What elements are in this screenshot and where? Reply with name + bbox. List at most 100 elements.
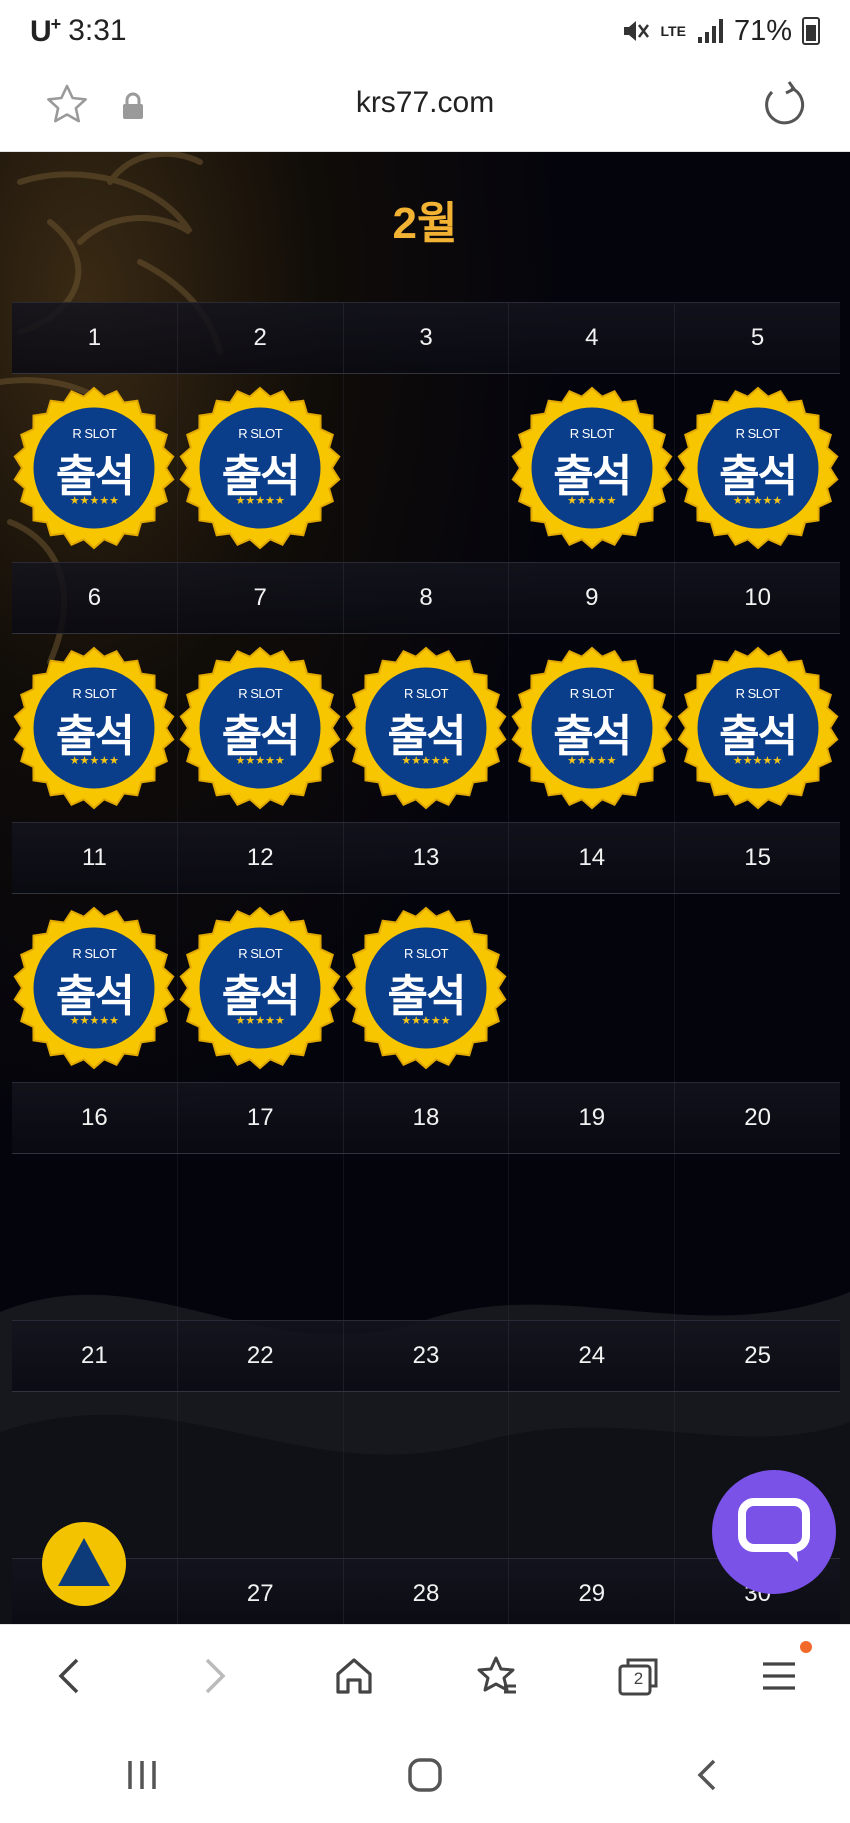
day-number-row: 6 7 8 9 10 — [12, 562, 840, 634]
stamp-stars: ★★★★★ — [401, 755, 451, 767]
day-number: 24 — [509, 1321, 676, 1391]
stamp-stars: ★★★★★ — [732, 495, 783, 507]
stamp-cell: R SLOT 출석 ★★★★★ — [178, 374, 344, 562]
attendance-stamp-badge: R SLOT 출석 ★★★★★ — [344, 646, 508, 810]
browser-toolbar: 2 — [0, 1624, 850, 1726]
day-number: 23 — [344, 1321, 510, 1391]
calendar-week: 12345R SLOT 출석 ★★★★★ R SLOT 출석 ★★★★★ R SLOT 출석 ★… — [12, 302, 840, 562]
attendance-calendar: 12345R SLOT 출석 ★★★★★ R SLOT 출석 ★★★★★ R SLOT 출석 ★… — [12, 302, 840, 1624]
stamp-row — [12, 1154, 840, 1320]
back-button[interactable] — [0, 1625, 142, 1726]
stamp-stars: ★★★★★ — [69, 495, 120, 507]
day-number: 21 — [12, 1321, 178, 1391]
day-number: 5 — [750, 324, 765, 351]
scroll-top-button[interactable] — [42, 1522, 126, 1606]
bookmarks-icon — [477, 1656, 516, 1693]
stamp-cell: R SLOT 출석 ★★★★★ — [12, 374, 178, 562]
stamp-cell: R SLOT 출석 ★★★★★ — [675, 634, 840, 822]
day-number: 13 — [344, 823, 510, 893]
stamp-stars: ★★★★★ — [69, 1015, 120, 1027]
attendance-stamp-badge: R SLOT 출석 ★★★★★ — [676, 386, 840, 550]
day-number: 25 — [744, 1342, 771, 1369]
menu-button[interactable] — [708, 1625, 850, 1726]
tabs-count: 2 — [633, 1668, 644, 1688]
stamp-brand: R SLOT — [238, 426, 283, 441]
calendar-week: 11 12 13 14 15 R SLOT 출석 ★★★★★ R SLOT 출석 ★★★★★ R SL… — [12, 822, 840, 1082]
day-number: 20 — [744, 1104, 771, 1131]
system-back-button[interactable] — [567, 1726, 850, 1823]
day-number: 16 — [12, 1083, 178, 1153]
stamp-stars: ★★★★★ — [235, 495, 285, 507]
stamp-stars: ★★★★★ — [567, 495, 617, 507]
attendance-stamp-badge: R SLOT 출석 ★★★★★ — [676, 646, 840, 810]
stamp-brand: R SLOT — [238, 946, 283, 961]
attendance-stamp-badge: R SLOT 출석 ★★★★★ — [510, 646, 674, 810]
day-number: 19 — [509, 1083, 676, 1153]
refresh-icon[interactable] — [758, 80, 808, 130]
attendance-stamp-badge: R SLOT 출석 ★★★★★ — [178, 906, 342, 1070]
stamp-cell: R SLOT 출석 ★★★★★ — [344, 634, 510, 822]
day-number: 18 — [344, 1083, 510, 1153]
tabs-button[interactable]: 2 — [567, 1625, 709, 1726]
day-number: 12 — [178, 823, 344, 893]
day-number-row: 1234 5 — [12, 302, 840, 374]
stamp-cell: R SLOT 출석 ★★★★★ — [12, 634, 178, 822]
calendar-week: 16 17 18 19 20 — [12, 1082, 840, 1320]
home-button[interactable] — [283, 1625, 425, 1726]
stamp-stars: ★★★★★ — [401, 1015, 451, 1027]
stamp-stars: ★★★★★ — [235, 1015, 285, 1027]
home-circle-icon — [408, 1757, 442, 1792]
system-back-icon — [697, 1759, 716, 1790]
stamp-cell — [509, 894, 676, 1082]
status-time: 3:31 — [68, 14, 127, 47]
stamp-cell: R SLOT 출석 ★★★★★ — [12, 894, 178, 1082]
stamp-brand: R SLOT — [569, 426, 614, 441]
forward-button[interactable] — [142, 1625, 284, 1726]
stamp-cell — [344, 374, 510, 562]
stamp-brand: R SLOT — [72, 946, 117, 961]
stamp-brand: R SLOT — [404, 686, 448, 701]
stamp-brand: R SLOT — [72, 686, 117, 701]
mute-icon — [623, 21, 649, 41]
notification-dot — [800, 1641, 813, 1653]
stamp-stars: ★★★★★ — [69, 755, 120, 767]
forward-icon — [205, 1658, 225, 1693]
stamp-cell: R SLOT 출석 ★★★★★ — [178, 634, 344, 822]
day-number-row: 16 17 18 19 20 — [12, 1082, 840, 1154]
calendar-week: 6 7 8 9 10 R SLOT 출석 ★★★★★ R SLOT 출석 ★★★★★ R SLOT 출석… — [12, 562, 840, 822]
triangle-up-icon — [58, 1538, 110, 1586]
stamp-brand: R SLOT — [735, 426, 780, 441]
day-number: 3 — [344, 303, 510, 373]
url-text[interactable]: krs77.com — [0, 86, 850, 120]
chat-button[interactable] — [712, 1470, 836, 1594]
stamp-stars: ★★★★★ — [235, 755, 285, 767]
stamp-cell — [12, 1154, 178, 1320]
stamp-stars: ★★★★★ — [567, 755, 617, 767]
day-number-row: 2627282930 — [12, 1558, 840, 1624]
home-icon — [336, 1657, 372, 1694]
bookmarks-button[interactable] — [425, 1625, 567, 1726]
calendar-week: 2627282930 — [12, 1558, 840, 1624]
stamp-brand: R SLOT — [238, 686, 283, 701]
day-number: 4 — [509, 303, 676, 373]
recent-apps-button[interactable] — [0, 1726, 283, 1823]
signal-icon — [697, 19, 723, 43]
lte-indicator: LTE — [660, 23, 686, 39]
day-number: 27 — [178, 1559, 344, 1624]
stamp-cell — [178, 1392, 344, 1558]
system-home-button[interactable] — [283, 1726, 566, 1823]
day-number: 11 — [12, 823, 178, 893]
stamp-cell: R SLOT 출석 ★★★★★ — [509, 634, 676, 822]
stamp-row: R SLOT 출석 ★★★★★ R SLOT 출석 ★★★★★ R SLOT 출석 ★★★★★ — [12, 894, 840, 1082]
status-left: U+ 3:31 — [30, 14, 127, 49]
attendance-stamp-badge: R SLOT 출석 ★★★★★ — [510, 386, 674, 550]
day-number: 6 — [12, 563, 178, 633]
stamp-brand: R SLOT — [72, 426, 117, 441]
battery-icon — [802, 17, 820, 45]
status-bar: U+ 3:31 LTE 71% — [0, 0, 850, 62]
stamp-cell — [675, 894, 840, 1082]
attendance-stamp-badge: R SLOT 출석 ★★★★★ — [12, 906, 176, 1070]
day-number: 15 — [744, 844, 771, 871]
stamp-row: R SLOT 출석 ★★★★★ R SLOT 출석 ★★★★★ R SLOT 출석 ★★★★★ R… — [12, 374, 840, 562]
stamp-cell: R SLOT 출석 ★★★★★ — [344, 894, 510, 1082]
